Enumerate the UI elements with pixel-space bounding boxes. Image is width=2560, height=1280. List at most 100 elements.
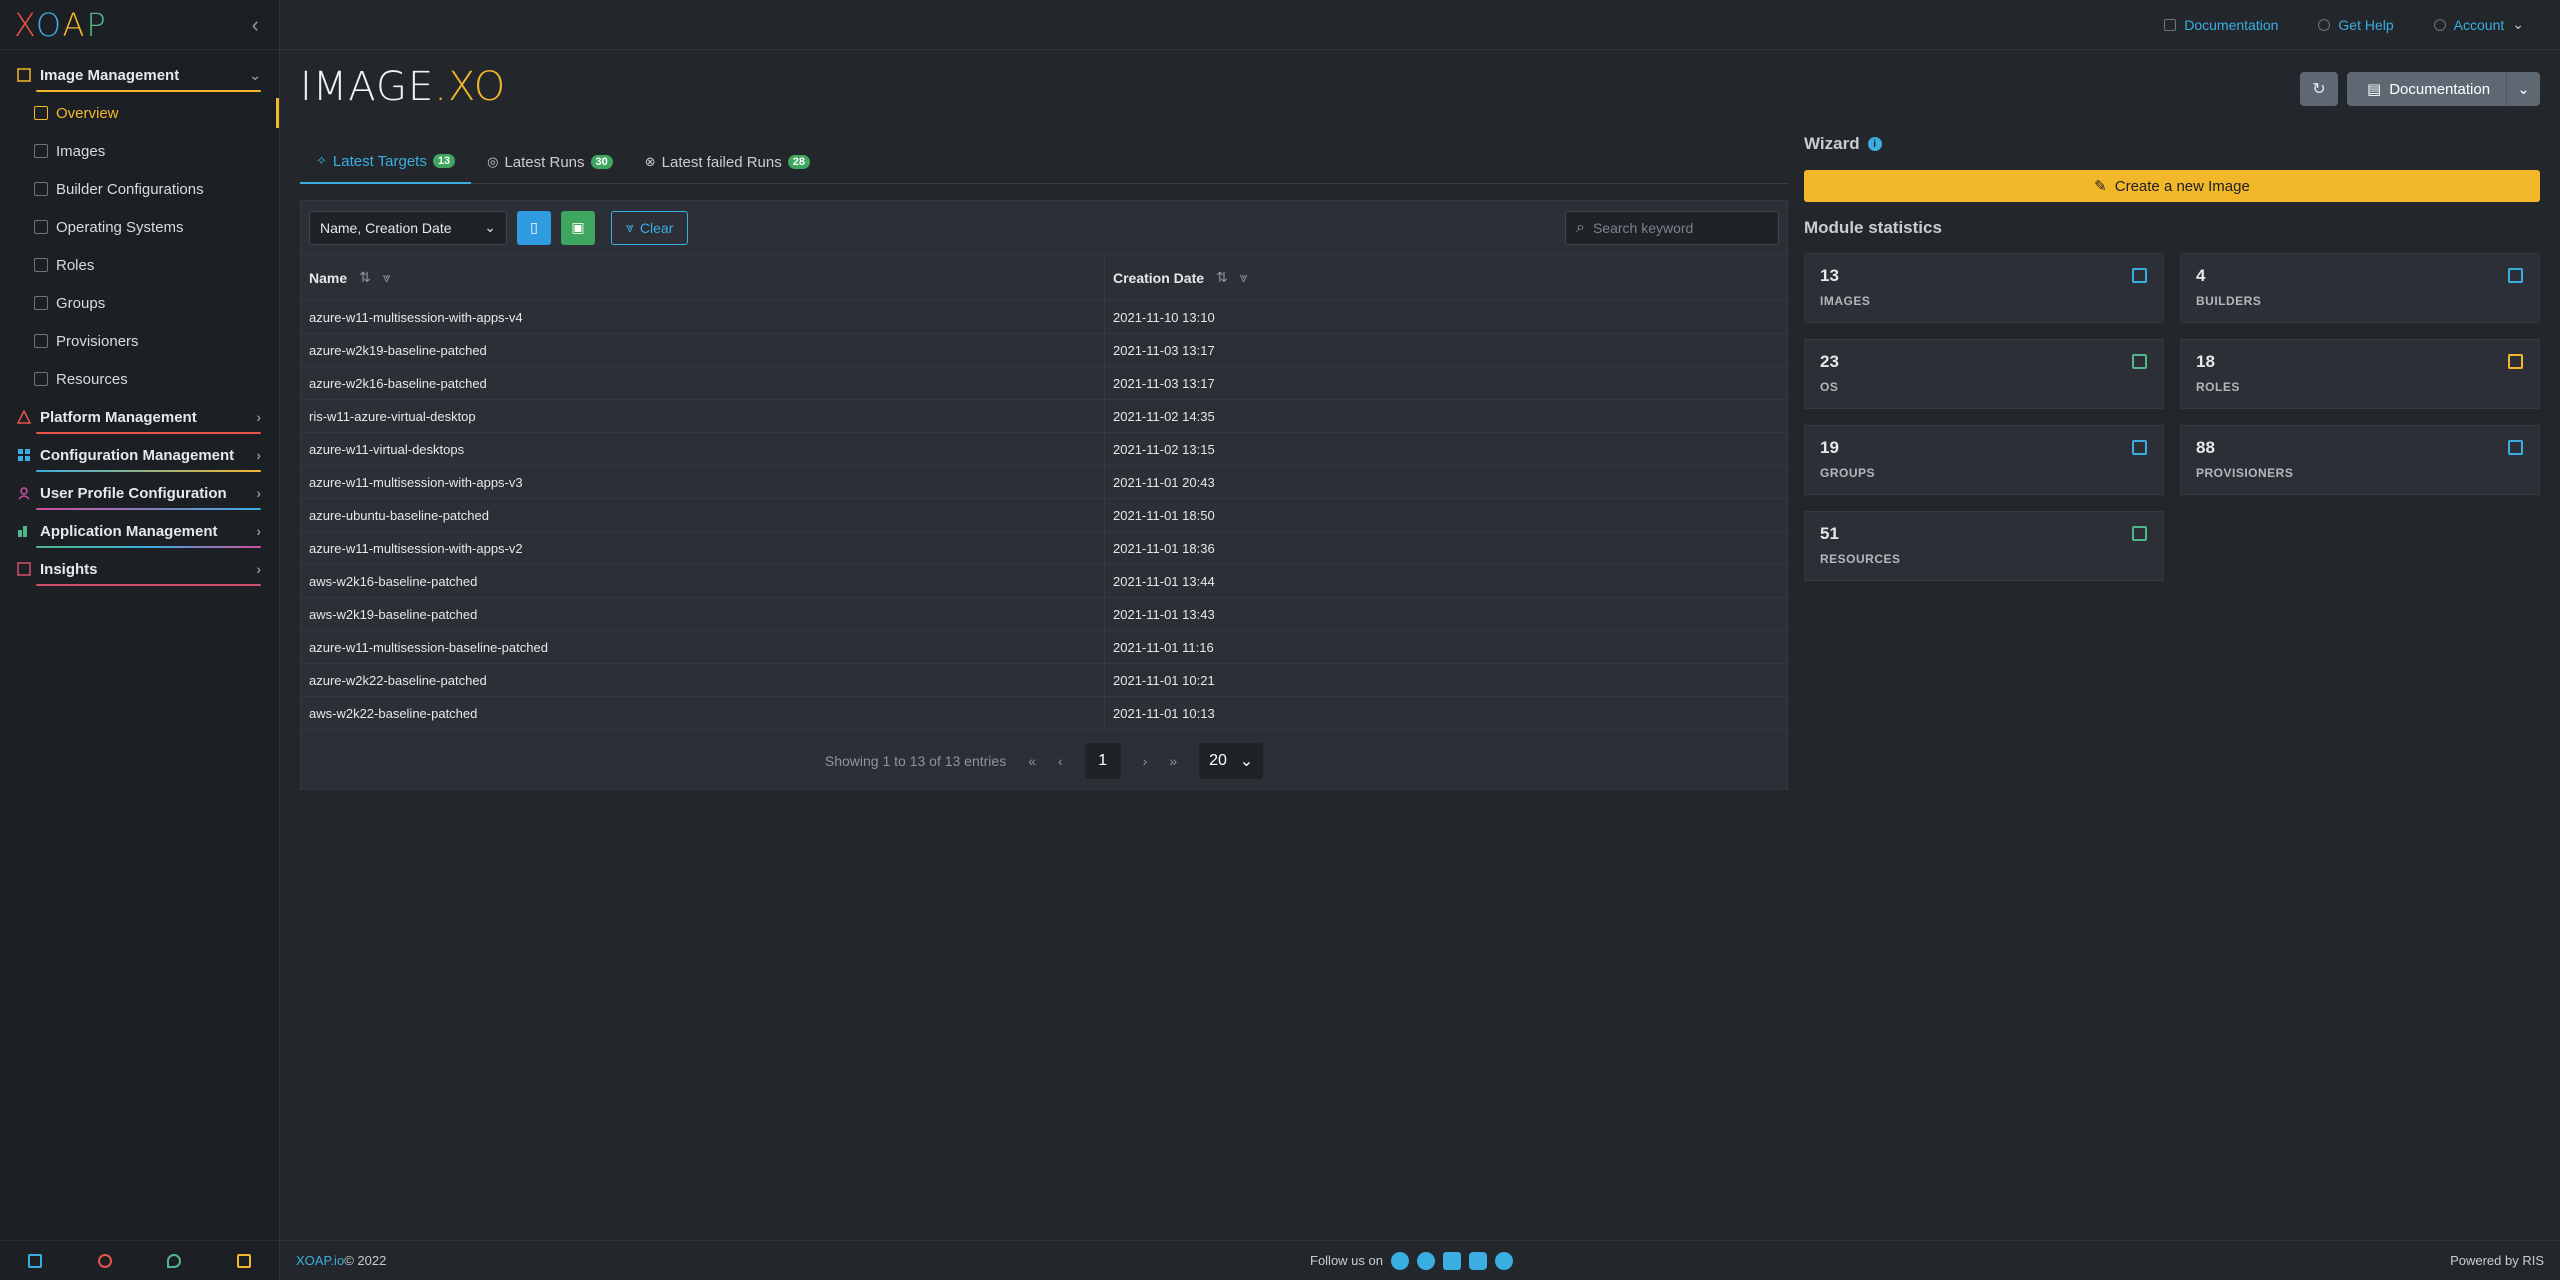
groups-icon bbox=[34, 296, 48, 310]
sidebar-item-images[interactable]: Images bbox=[0, 132, 279, 170]
table-header: Name ⇅ ⩔ Creation Date ⇅ ⩔ bbox=[301, 255, 1787, 301]
chevron-down-icon: ⌄ bbox=[1239, 753, 1254, 770]
chevron-down-icon[interactable]: ⌄ bbox=[2506, 72, 2540, 106]
cell-name: azure-w11-virtual-desktops bbox=[301, 433, 1105, 465]
tab-latest-targets[interactable]: ✧ Latest Targets 13 bbox=[300, 140, 472, 184]
sidebar-item-operating-systems[interactable]: Operating Systems bbox=[0, 208, 279, 246]
sidebar-item-resources[interactable]: Resources bbox=[0, 360, 279, 398]
column-header-creation-date[interactable]: Creation Date ⇅ ⩔ bbox=[1105, 255, 1787, 300]
cell-name: ris-w11-azure-virtual-desktop bbox=[301, 400, 1105, 432]
nav-group-insights[interactable]: Insights › bbox=[0, 550, 279, 588]
table-row[interactable]: azure-w2k19-baseline-patched 2021-11-03 1… bbox=[301, 334, 1787, 367]
export-excel-button[interactable]: ▣ bbox=[561, 210, 595, 245]
stat-label: PROVISIONERS bbox=[2196, 466, 2294, 480]
table-row[interactable]: aws-w2k22-baseline-patched 2021-11-01 10:… bbox=[301, 697, 1787, 730]
sort-icon[interactable]: ⇅ bbox=[359, 269, 371, 286]
prev-page-icon[interactable]: ‹ bbox=[1058, 753, 1063, 769]
group-underline bbox=[36, 90, 261, 92]
cell-creation-date: 2021-11-01 11:16 bbox=[1113, 639, 1214, 655]
table-row[interactable]: ris-w11-azure-virtual-desktop 2021-11-02 … bbox=[301, 400, 1787, 433]
column-select[interactable]: Name, Creation Date ⌄ bbox=[309, 210, 507, 245]
table-row[interactable]: aws-w2k16-baseline-patched 2021-11-01 13:… bbox=[301, 565, 1787, 598]
stat-card-resources[interactable]: 51 RESOURCES bbox=[1804, 511, 2164, 581]
chevron-right-icon: › bbox=[256, 447, 261, 463]
search-input[interactable] bbox=[1592, 219, 1763, 236]
topbar: Documentation Get Help Account ⌄ bbox=[280, 0, 2560, 50]
youtube-icon[interactable] bbox=[1468, 1251, 1487, 1270]
last-page-icon[interactable]: » bbox=[1169, 753, 1177, 769]
stat-label: RESOURCES bbox=[1820, 552, 1901, 566]
cell-name: azure-w11-multisession-with-apps-v3 bbox=[301, 466, 1105, 498]
table-row[interactable]: azure-w11-multisession-baseline-patched 2… bbox=[301, 631, 1787, 664]
platform-icon bbox=[16, 409, 32, 425]
twitter-icon[interactable] bbox=[1416, 1251, 1435, 1270]
linkedin-icon[interactable] bbox=[1442, 1251, 1461, 1270]
refresh-button[interactable]: ↻ bbox=[2300, 72, 2338, 106]
cell-name: azure-w11-multisession-baseline-patched bbox=[301, 631, 1105, 663]
chevron-left-icon[interactable]: ‹ bbox=[252, 12, 259, 38]
stat-card-images[interactable]: 13 IMAGES bbox=[1804, 253, 2164, 323]
user-icon[interactable] bbox=[97, 1253, 112, 1268]
table-row[interactable]: azure-ubuntu-baseline-patched 2021-11-01 … bbox=[301, 499, 1787, 532]
xoap-logo[interactable]: XOAP bbox=[14, 6, 108, 44]
tab-latest-runs[interactable]: ◎ Latest Runs 30 bbox=[471, 140, 629, 184]
sidebar-item-roles[interactable]: Roles bbox=[0, 246, 279, 284]
location-pin-icon[interactable] bbox=[167, 1253, 182, 1268]
sidebar: XOAP ‹ Image Management ⌄ Overview Image… bbox=[0, 0, 280, 1280]
nav-group-platform-management[interactable]: Platform Management › bbox=[0, 398, 279, 436]
page-size-select[interactable]: 20 ⌄ bbox=[1199, 743, 1264, 779]
table-body: azure-w11-multisession-with-apps-v4 2021-… bbox=[301, 301, 1787, 730]
account-menu[interactable]: Account ⌄ bbox=[2433, 16, 2524, 33]
chevron-down-icon: ⌄ bbox=[249, 66, 261, 83]
table-row[interactable]: azure-w11-multisession-with-apps-v4 2021-… bbox=[301, 301, 1787, 334]
layout-icon[interactable] bbox=[27, 1253, 42, 1268]
sort-icon[interactable]: ⇅ bbox=[1216, 269, 1228, 286]
clear-filter-button[interactable]: ⩔ Clear bbox=[611, 210, 689, 245]
xoap-link[interactable]: XOAP.io bbox=[296, 1253, 344, 1268]
nav-group-application-management[interactable]: Application Management › bbox=[0, 512, 279, 550]
book-icon bbox=[2164, 18, 2177, 31]
first-page-icon[interactable]: « bbox=[1028, 753, 1036, 769]
info-icon[interactable]: i bbox=[1867, 137, 1882, 151]
list-icon[interactable] bbox=[237, 1253, 252, 1268]
stat-card-provisioners[interactable]: 88 PROVISIONERS bbox=[2180, 425, 2540, 495]
cell-creation-date: 2021-11-02 14:35 bbox=[1113, 408, 1215, 424]
create-new-image-button[interactable]: ✎ Create a new Image bbox=[1804, 170, 2540, 202]
stat-card-roles[interactable]: 18 ROLES bbox=[2180, 339, 2540, 409]
stat-card-os[interactable]: 23 OS bbox=[1804, 339, 2164, 409]
sidebar-item-builder-configurations[interactable]: Builder Configurations bbox=[0, 170, 279, 208]
count-badge: 30 bbox=[590, 155, 613, 169]
tab-latest-failed-runs[interactable]: ⊗ Latest failed Runs 28 bbox=[629, 140, 826, 184]
page-button-current[interactable]: 1 bbox=[1084, 743, 1121, 779]
github-icon[interactable] bbox=[1494, 1251, 1513, 1270]
image-management-icon bbox=[16, 67, 32, 83]
sidebar-item-overview[interactable]: Overview bbox=[0, 94, 279, 132]
get-help-link[interactable]: Get Help bbox=[2318, 17, 2394, 33]
documentation-link[interactable]: Documentation bbox=[2164, 17, 2278, 33]
module-statistics-title: Module statistics bbox=[1804, 218, 1942, 237]
table-row[interactable]: aws-w2k19-baseline-patched 2021-11-01 13:… bbox=[301, 598, 1787, 631]
table-row[interactable]: azure-w11-multisession-with-apps-v3 2021-… bbox=[301, 466, 1787, 499]
sidebar-item-groups[interactable]: Groups bbox=[0, 284, 279, 322]
table-row[interactable]: azure-w2k16-baseline-patched 2021-11-03 1… bbox=[301, 367, 1787, 400]
stat-card-builders[interactable]: 4 BUILDERS bbox=[2180, 253, 2540, 323]
nav-group-user-profile-configuration[interactable]: User Profile Configuration › bbox=[0, 474, 279, 512]
next-page-icon[interactable]: › bbox=[1143, 753, 1148, 769]
export-file-button[interactable]: ▯ bbox=[517, 210, 551, 245]
table-row[interactable]: azure-w11-virtual-desktops 2021-11-02 13:… bbox=[301, 433, 1787, 466]
column-header-name[interactable]: Name ⇅ ⩔ bbox=[301, 255, 1105, 300]
table-row[interactable]: azure-w11-multisession-with-apps-v2 2021-… bbox=[301, 532, 1787, 565]
nav-group-configuration-management[interactable]: Configuration Management › bbox=[0, 436, 279, 474]
facebook-icon[interactable] bbox=[1390, 1251, 1409, 1270]
filter-icon[interactable]: ⩔ bbox=[383, 269, 391, 286]
stat-card-groups[interactable]: 19 GROUPS bbox=[1804, 425, 2164, 495]
overview-icon bbox=[34, 106, 48, 120]
configuration-icon bbox=[16, 447, 32, 463]
nav-group-image-management[interactable]: Image Management ⌄ bbox=[0, 56, 279, 94]
file-icon bbox=[34, 372, 48, 386]
documentation-button[interactable]: ▤ Documentation ⌄ bbox=[2347, 72, 2540, 106]
table-row[interactable]: azure-w2k22-baseline-patched 2021-11-01 1… bbox=[301, 664, 1787, 697]
sidebar-item-provisioners[interactable]: Provisioners bbox=[0, 322, 279, 360]
builder-icon bbox=[34, 182, 48, 196]
filter-icon[interactable]: ⩔ bbox=[1240, 269, 1248, 286]
